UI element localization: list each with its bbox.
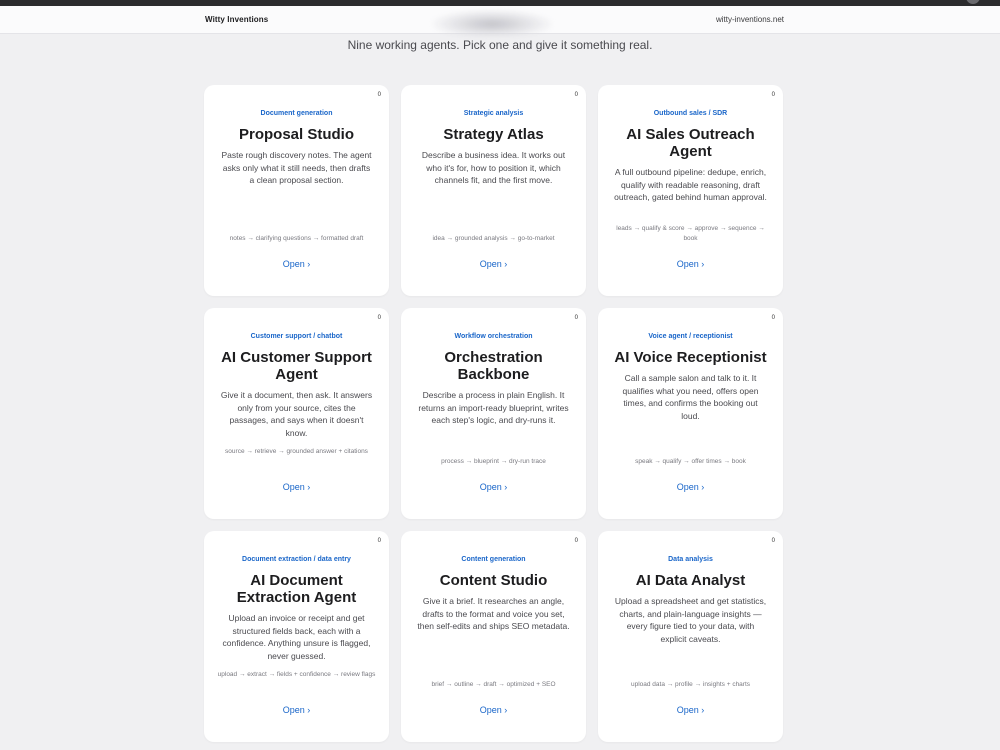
card-description: Upload a spreadsheet and get statistics,…	[614, 596, 767, 644]
card-category: Data analysis	[668, 556, 713, 563]
open-link[interactable]: Open ›	[401, 259, 586, 269]
card-title: AI Customer Support Agent	[221, 349, 372, 383]
card-description: Give it a brief. It researches an angle,…	[417, 596, 570, 631]
card-category: Voice agent / receptionist	[648, 333, 733, 340]
card-title: Content Studio	[439, 572, 548, 589]
agent-card[interactable]: 0 Document generation Proposal Studio Pa…	[204, 85, 389, 296]
card-description: Give it a document, then ask. It answers…	[220, 390, 373, 438]
open-link[interactable]: Open ›	[598, 705, 783, 715]
card-counter: 0	[771, 538, 775, 544]
card-pipeline: process → blueprint → dry-run trace	[441, 458, 546, 465]
card-description: Upload an invoice or receipt and get str…	[222, 613, 371, 661]
card-title: AI Document Extraction Agent	[236, 572, 357, 606]
page-subtitle: Nine working agents. Pick one and give i…	[347, 38, 653, 52]
card-pipeline: upload → extract → fields + confidence →…	[217, 671, 376, 678]
card-category: Customer support / chatbot	[250, 333, 343, 340]
agent-card[interactable]: 0 Voice agent / receptionist AI Voice Re…	[598, 308, 783, 519]
card-counter: 0	[377, 92, 381, 98]
agent-card[interactable]: 0 Strategic analysis Strategy Atlas Desc…	[401, 85, 586, 296]
agent-card[interactable]: 0 Data analysis AI Data Analyst Upload a…	[598, 531, 783, 742]
card-title: Strategy Atlas	[443, 126, 544, 143]
open-link[interactable]: Open ›	[401, 705, 586, 715]
agent-card[interactable]: 0 Content generation Content Studio Give…	[401, 531, 586, 742]
card-counter: 0	[771, 92, 775, 98]
open-link[interactable]: Open ›	[204, 482, 389, 492]
blurred-logo	[432, 10, 552, 38]
card-counter: 0	[377, 315, 381, 321]
site-url-link[interactable]: witty-inventions.net	[716, 15, 784, 24]
card-category: Strategic analysis	[463, 110, 524, 117]
card-counter: 0	[377, 538, 381, 544]
open-link[interactable]: Open ›	[598, 482, 783, 492]
card-description: Call a sample salon and talk to it. It q…	[622, 373, 759, 421]
brand-name[interactable]: Witty Inventions	[205, 15, 268, 24]
window-control-icon	[966, 0, 980, 4]
card-pipeline: upload data → profile → insights + chart…	[630, 681, 751, 688]
card-counter: 0	[771, 315, 775, 321]
site-header: Witty Inventions witty-inventions.net	[0, 6, 1000, 38]
card-description: Describe a business idea. It works out w…	[421, 150, 566, 185]
card-description: A full outbound pipeline: dedupe, enrich…	[614, 167, 767, 202]
agent-card[interactable]: 0 Document extraction / data entry AI Do…	[204, 531, 389, 742]
card-title: AI Sales Outreach Agent	[626, 126, 755, 160]
agent-card[interactable]: 0 Customer support / chatbot AI Customer…	[204, 308, 389, 519]
card-pipeline: idea → grounded analysis → go-to-market	[432, 235, 555, 242]
card-counter: 0	[574, 538, 578, 544]
card-title: Orchestration Backbone	[444, 349, 543, 383]
agent-card[interactable]: 0 Workflow orchestration Orchestration B…	[401, 308, 586, 519]
open-link[interactable]: Open ›	[204, 705, 389, 715]
card-counter: 0	[574, 315, 578, 321]
open-link[interactable]: Open ›	[204, 259, 389, 269]
card-title: Proposal Studio	[238, 126, 354, 143]
card-description: Paste rough discovery notes. The agent a…	[221, 150, 372, 185]
open-link[interactable]: Open ›	[401, 482, 586, 492]
card-pipeline: notes → clarifying questions → formatted…	[229, 235, 364, 242]
card-title: AI Data Analyst	[635, 572, 746, 589]
card-category: Document extraction / data entry	[242, 556, 351, 563]
card-title: AI Voice Receptionist	[614, 349, 767, 366]
open-link[interactable]: Open ›	[598, 259, 783, 269]
agent-card-grid: 0 Document generation Proposal Studio Pa…	[204, 85, 783, 742]
agent-card[interactable]: 0 Outbound sales / SDR AI Sales Outreach…	[598, 85, 783, 296]
card-pipeline: speak → qualify → offer times → book	[635, 458, 746, 465]
card-counter: 0	[574, 92, 578, 98]
card-category: Content generation	[461, 556, 526, 563]
card-description: Describe a process in plain English. It …	[418, 390, 569, 425]
card-pipeline: brief → outline → draft → optimized + SE…	[431, 681, 556, 688]
card-pipeline: source → retrieve → grounded answer + ci…	[225, 448, 368, 455]
card-category: Outbound sales / SDR	[653, 110, 728, 117]
card-category: Document generation	[260, 110, 333, 117]
card-pipeline: leads → qualify & score → approve → sequ…	[616, 225, 765, 242]
card-category: Workflow orchestration	[454, 333, 533, 340]
